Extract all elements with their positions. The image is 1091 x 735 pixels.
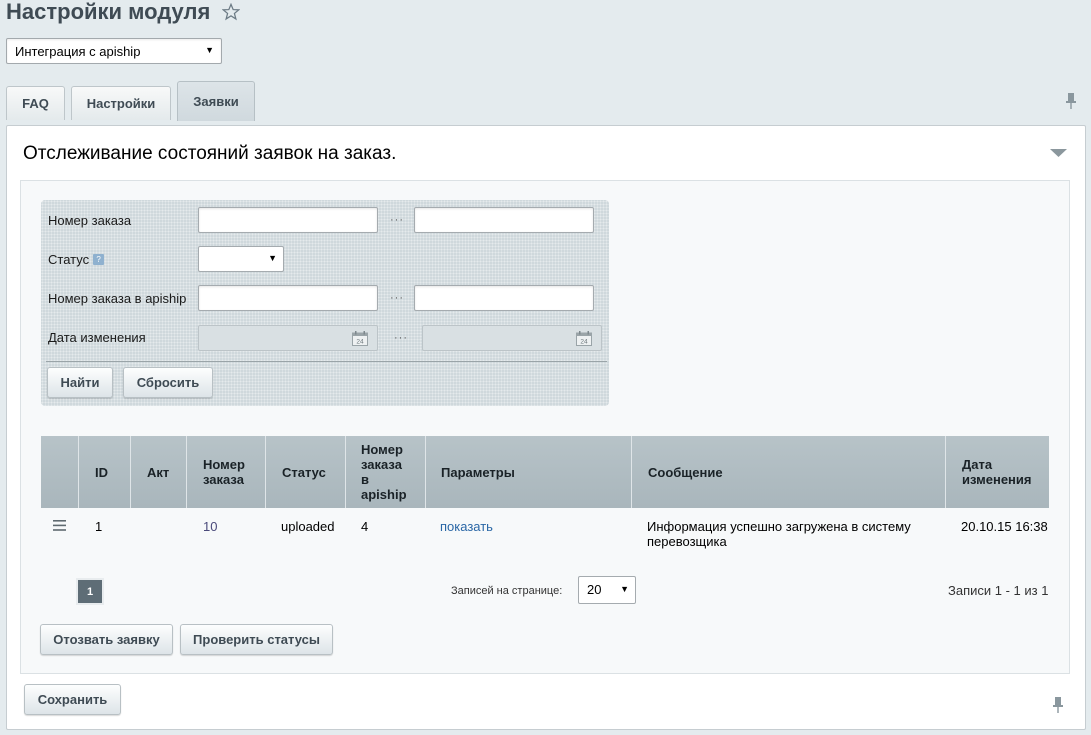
main-panel: Отслеживание состояний заявок на заказ. …: [6, 125, 1086, 730]
column-header-order-number[interactable]: Номер заказа: [187, 436, 266, 508]
column-header-menu: [41, 436, 79, 508]
tab-settings[interactable]: Настройки: [71, 86, 171, 120]
svg-text:24: 24: [356, 339, 364, 346]
revoke-request-button[interactable]: Отозвать заявку: [40, 624, 173, 655]
column-header-apiship-order[interactable]: Номер заказа в apiship: [346, 436, 426, 508]
panel-title: Отслеживание состояний заявок на заказ.: [23, 143, 397, 164]
apiship-order-from-input[interactable]: [198, 285, 378, 311]
date-from-input[interactable]: 24: [198, 325, 378, 351]
page-title-text: Настройки модуля: [6, 0, 211, 24]
cell-order-number[interactable]: 10: [203, 519, 217, 534]
column-header-date[interactable]: Дата изменения: [946, 436, 1049, 508]
cell-status: uploaded: [281, 519, 335, 534]
column-header-status[interactable]: Статус: [266, 436, 346, 508]
star-icon[interactable]: [222, 3, 241, 21]
date-to-input[interactable]: 24: [422, 325, 602, 351]
column-header-message[interactable]: Сообщение: [632, 436, 946, 508]
per-page-select[interactable]: 20 ▼: [578, 576, 636, 604]
tab-faq[interactable]: FAQ: [6, 86, 65, 120]
tab-requests[interactable]: Заявки: [177, 81, 255, 121]
row-menu-icon[interactable]: [53, 520, 66, 531]
cell-message: Информация успешно загружена в систему п…: [647, 519, 911, 549]
svg-text:24: 24: [580, 339, 588, 346]
cell-date: 20.10.15 16:38: [961, 519, 1048, 534]
content-box: Номер заказа ··· Статус? ▼ Номер заказа …: [20, 180, 1070, 674]
pin-icon[interactable]: [1064, 92, 1078, 110]
range-separator: ···: [390, 214, 404, 226]
filter-divider: [46, 361, 607, 362]
cell-id: 1: [95, 519, 103, 534]
calendar-icon[interactable]: 24: [352, 331, 368, 346]
filter-panel: Номер заказа ··· Статус? ▼ Номер заказа …: [41, 200, 609, 406]
pin-icon[interactable]: [1051, 696, 1065, 714]
module-select[interactable]: Интеграция с apiship ▼: [6, 38, 222, 64]
check-statuses-button[interactable]: Проверить статусы: [180, 624, 333, 655]
table-header: ID Акт Номер заказа Статус Номер заказа …: [41, 436, 1049, 508]
order-number-to-input[interactable]: [414, 207, 594, 233]
range-separator: ···: [394, 332, 408, 344]
find-button[interactable]: Найти: [47, 367, 113, 398]
dropdown-arrow-icon: ▼: [620, 584, 629, 594]
status-label: Статус?: [48, 252, 105, 267]
order-number-label: Номер заказа: [48, 213, 132, 228]
cell-apiship-order: 4: [361, 519, 369, 534]
range-separator: ···: [390, 292, 404, 304]
page-number-current[interactable]: 1: [78, 580, 102, 603]
column-header-act[interactable]: Акт: [131, 436, 187, 508]
help-icon[interactable]: ?: [93, 254, 105, 265]
date-changed-label: Дата изменения: [48, 330, 146, 345]
reset-button[interactable]: Сбросить: [123, 367, 213, 398]
dropdown-arrow-icon: ▼: [205, 45, 214, 55]
page-title: Настройки модуля: [6, 0, 241, 25]
order-number-from-input[interactable]: [198, 207, 378, 233]
calendar-icon[interactable]: 24: [576, 331, 592, 346]
module-select-value: Интеграция с apiship: [15, 44, 141, 59]
column-header-id[interactable]: ID: [79, 436, 131, 508]
per-page-label: Записей на странице:: [451, 585, 563, 597]
apiship-order-label: Номер заказа в apiship: [48, 291, 187, 306]
save-button[interactable]: Сохранить: [24, 684, 121, 715]
collapse-arrow-icon[interactable]: [1050, 148, 1067, 158]
dropdown-arrow-icon: ▼: [268, 253, 277, 263]
show-params-link[interactable]: показать: [440, 519, 493, 534]
status-select[interactable]: ▼: [198, 246, 284, 272]
column-header-params[interactable]: Параметры: [426, 436, 632, 508]
records-count: Записи 1 - 1 из 1: [948, 583, 1049, 598]
apiship-order-to-input[interactable]: [414, 285, 594, 311]
